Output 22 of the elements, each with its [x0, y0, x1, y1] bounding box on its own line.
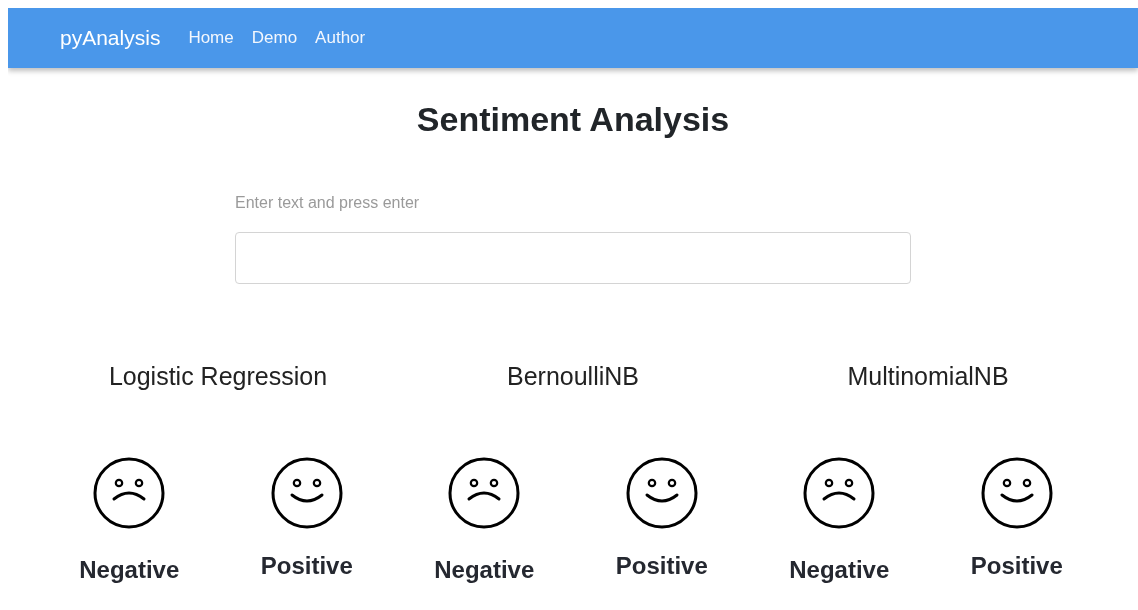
smiley-face-icon [269, 456, 344, 530]
model-name: BernoulliNB [507, 362, 639, 392]
nav-link[interactable]: Author [315, 28, 366, 48]
sentiment-label: Positive [260, 552, 353, 580]
model-name: Logistic Regression [108, 362, 328, 392]
sentiment-label: Negative [434, 556, 535, 584]
sentiment-label: Negative [79, 556, 180, 584]
sad-face-icon [92, 456, 167, 530]
input-label: Enter text and press enter [235, 194, 421, 212]
sad-face-icon [447, 456, 522, 530]
model-name: MultinomialNB [847, 362, 1009, 392]
sentiment-label: Positive [970, 552, 1063, 580]
page-title: Sentiment Analysis [416, 100, 730, 139]
smiley-face-icon [979, 456, 1054, 530]
sad-face-icon [802, 456, 877, 530]
nav-link[interactable]: Demo [251, 28, 298, 48]
text-input[interactable] [235, 232, 911, 284]
brand-link[interactable]: pyAnalysis [60, 26, 161, 50]
smiley-face-icon [624, 456, 699, 530]
sentiment-label: Positive [615, 552, 708, 580]
nav-link[interactable]: Home [188, 28, 234, 48]
sentiment-label: Negative [789, 556, 890, 584]
